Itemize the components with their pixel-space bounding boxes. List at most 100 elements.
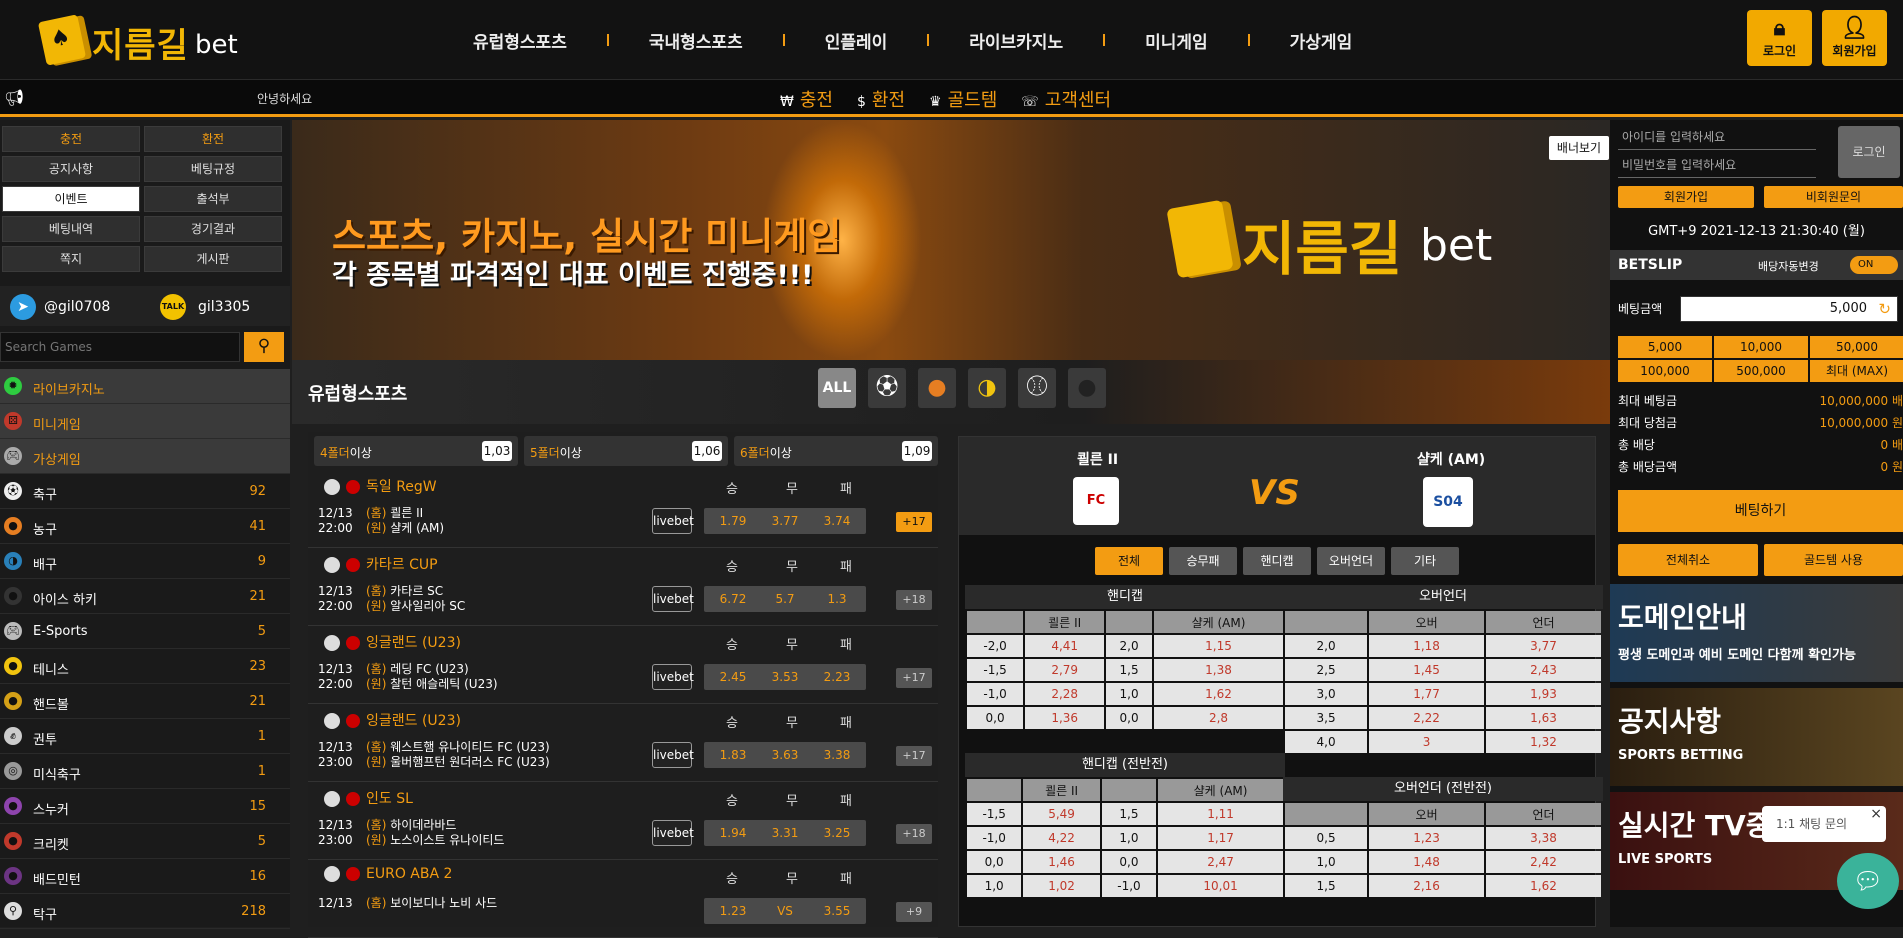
filter-all[interactable]: ALL [818, 368, 856, 408]
league-name[interactable]: 카타르 CUP [324, 554, 438, 574]
nav-euro-sports[interactable]: 유럽형스포츠 [445, 28, 595, 53]
chat-button[interactable]: 💬︎ [1837, 853, 1899, 909]
quick-deposit-button[interactable]: 충전 [2, 126, 140, 152]
bet-amount-input[interactable]: 5,000↻ [1680, 296, 1898, 322]
quick-results-button[interactable]: 경기결과 [144, 216, 282, 242]
place-bet-button[interactable]: 베팅하기 [1618, 490, 1903, 532]
odds-button[interactable]: 3.77 [756, 508, 814, 534]
odds-button[interactable]: 3.31 [756, 820, 814, 846]
login-button[interactable]: 🔒︎ 로그인 [1747, 10, 1812, 66]
subnav-support[interactable]: ☏고객센터 [1021, 86, 1111, 112]
menu-item-tennis[interactable]: ●테니스23 [0, 649, 290, 684]
refresh-icon[interactable]: ↻ [1878, 297, 1891, 321]
subnav-deposit[interactable]: ₩충전 [780, 86, 833, 112]
livebet-button[interactable]: livebet [652, 508, 692, 534]
odds-cell[interactable]: 2,42 [1486, 851, 1601, 873]
odds-button[interactable]: 1.23 [704, 898, 762, 924]
menu-item-soccer[interactable]: ⚽︎축구92 [0, 474, 290, 509]
more-markets-button[interactable]: +17 [896, 746, 932, 766]
menu-item-live-casino[interactable]: ✹라이브카지노 [0, 369, 290, 404]
view-banner-button[interactable]: 배너보기 [1549, 136, 1609, 160]
search-button[interactable]: ⚲ [244, 332, 284, 362]
quick-withdraw-button[interactable]: 환전 [144, 126, 282, 152]
odds-button[interactable]: 1.3 [808, 586, 866, 612]
odds-cell[interactable]: 1,32 [1486, 731, 1601, 753]
odds-button[interactable]: 2.45 [704, 664, 762, 690]
odds-cell[interactable]: 1,62 [1486, 875, 1601, 897]
odds-cell[interactable]: 1,17 [1158, 827, 1283, 849]
odds-cell[interactable]: 1,38 [1154, 659, 1283, 681]
signup-button[interactable]: 👤︎ 회원가입 [1822, 10, 1887, 66]
side-login-button[interactable]: 로그인 [1838, 126, 1900, 178]
menu-item-american-football[interactable]: ◎미식축구1 [0, 754, 290, 789]
odds-button[interactable]: 3.63 [756, 742, 814, 768]
quick-message-button[interactable]: 쪽지 [2, 246, 140, 272]
odds-cell[interactable]: 1,93 [1486, 683, 1601, 705]
menu-item-mini-game[interactable]: ⚄미니게임 [0, 404, 290, 439]
odds-cell[interactable]: 10,01 [1158, 875, 1283, 897]
more-markets-button[interactable]: +17 [896, 668, 932, 688]
league-name[interactable]: EURO ABA 2 [324, 866, 452, 882]
odds-button[interactable]: 3.25 [808, 820, 866, 846]
odds-cell[interactable]: 3,38 [1486, 827, 1601, 849]
more-markets-button[interactable]: +18 [896, 590, 932, 610]
odds-button[interactable]: 3.74 [808, 508, 866, 534]
livebet-button[interactable]: livebet [652, 820, 692, 846]
menu-item-ice-hockey[interactable]: ●아이스 하키21 [0, 579, 290, 614]
folder-bonus-5[interactable]: 5폴더이상1,06 [524, 436, 728, 466]
league-name[interactable]: 잉글랜드 (U23) [324, 632, 461, 652]
guest-inquiry-button[interactable]: 비회원문의 [1764, 186, 1903, 208]
odds-cell[interactable]: 1,45 [1369, 659, 1484, 681]
livebet-button[interactable]: livebet [652, 586, 692, 612]
more-markets-button[interactable]: +18 [896, 824, 932, 844]
livebet-button[interactable]: livebet [652, 664, 692, 690]
amount-10000-button[interactable]: 10,000 [1714, 336, 1808, 358]
amount-100000-button[interactable]: 100,000 [1618, 360, 1712, 382]
subnav-withdraw[interactable]: $환전 [857, 86, 905, 112]
password-field[interactable]: 비밀번호를 입력하세요 [1618, 152, 1816, 178]
odds-button[interactable]: VS [756, 898, 814, 924]
menu-item-handball[interactable]: ●핸드볼21 [0, 684, 290, 719]
odds-cell[interactable]: 1,77 [1369, 683, 1484, 705]
folder-bonus-4[interactable]: 4폴더이상1,03 [314, 436, 518, 466]
menu-item-basketball[interactable]: ●농구41 [0, 509, 290, 544]
odds-cell[interactable]: 4,41 [1025, 635, 1104, 657]
use-gold-item-button[interactable]: 골드템 사용 [1764, 544, 1903, 576]
nav-virtual-game[interactable]: 가상게임 [1262, 28, 1381, 53]
odds-cell[interactable]: 4,22 [1023, 827, 1100, 849]
site-logo[interactable]: ♠ 지름길 bet [42, 14, 242, 66]
livebet-button[interactable]: livebet [652, 742, 692, 768]
odds-cell[interactable]: 2,28 [1025, 683, 1104, 705]
odds-cell[interactable]: 2,79 [1025, 659, 1104, 681]
menu-item-cricket[interactable]: ●크리켓5 [0, 824, 290, 859]
odds-cell[interactable]: 2,43 [1486, 659, 1601, 681]
kakao-id[interactable]: gil3305 [198, 299, 250, 315]
odds-button[interactable]: 1.83 [704, 742, 762, 768]
odds-button[interactable]: 5.7 [756, 586, 814, 612]
chat-popup[interactable]: 1:1 채팅 문의× [1762, 806, 1886, 842]
auto-odds-toggle[interactable]: ON [1850, 256, 1898, 274]
league-name[interactable]: 인도 SL [324, 788, 413, 808]
odds-cell[interactable]: 3,77 [1486, 635, 1601, 657]
nav-inplay[interactable]: 인플레이 [797, 28, 916, 53]
amount-50000-button[interactable]: 50,000 [1810, 336, 1903, 358]
filter-basketball[interactable]: ● [918, 368, 956, 408]
odds-cell[interactable]: 1,48 [1369, 851, 1484, 873]
side-signup-button[interactable]: 회원가입 [1618, 186, 1754, 208]
id-field[interactable]: 아이디를 입력하세요 [1618, 124, 1816, 150]
filter-soccer[interactable]: ⚽︎ [868, 368, 906, 408]
nav-live-casino[interactable]: 라이브카지노 [941, 28, 1091, 53]
quick-history-button[interactable]: 베팅내역 [2, 216, 140, 242]
odds-cell[interactable]: 2,16 [1369, 875, 1484, 897]
odds-cell[interactable]: 1,15 [1154, 635, 1283, 657]
tab-1x2[interactable]: 승무패 [1169, 547, 1237, 575]
odds-cell[interactable]: 3 [1369, 731, 1484, 753]
quick-board-button[interactable]: 게시판 [144, 246, 282, 272]
odds-button[interactable]: 3.53 [756, 664, 814, 690]
tab-all[interactable]: 전체 [1095, 547, 1163, 575]
odds-button[interactable]: 2.23 [808, 664, 866, 690]
tab-over-under[interactable]: 오버언더 [1317, 547, 1385, 575]
odds-cell[interactable]: 1,62 [1154, 683, 1283, 705]
promo-domain[interactable]: 도메인안내평생 도메인과 예비 도메인 다함께 확인가능 [1610, 584, 1903, 682]
menu-item-table-tennis[interactable]: ⚲탁구218 [0, 894, 290, 929]
